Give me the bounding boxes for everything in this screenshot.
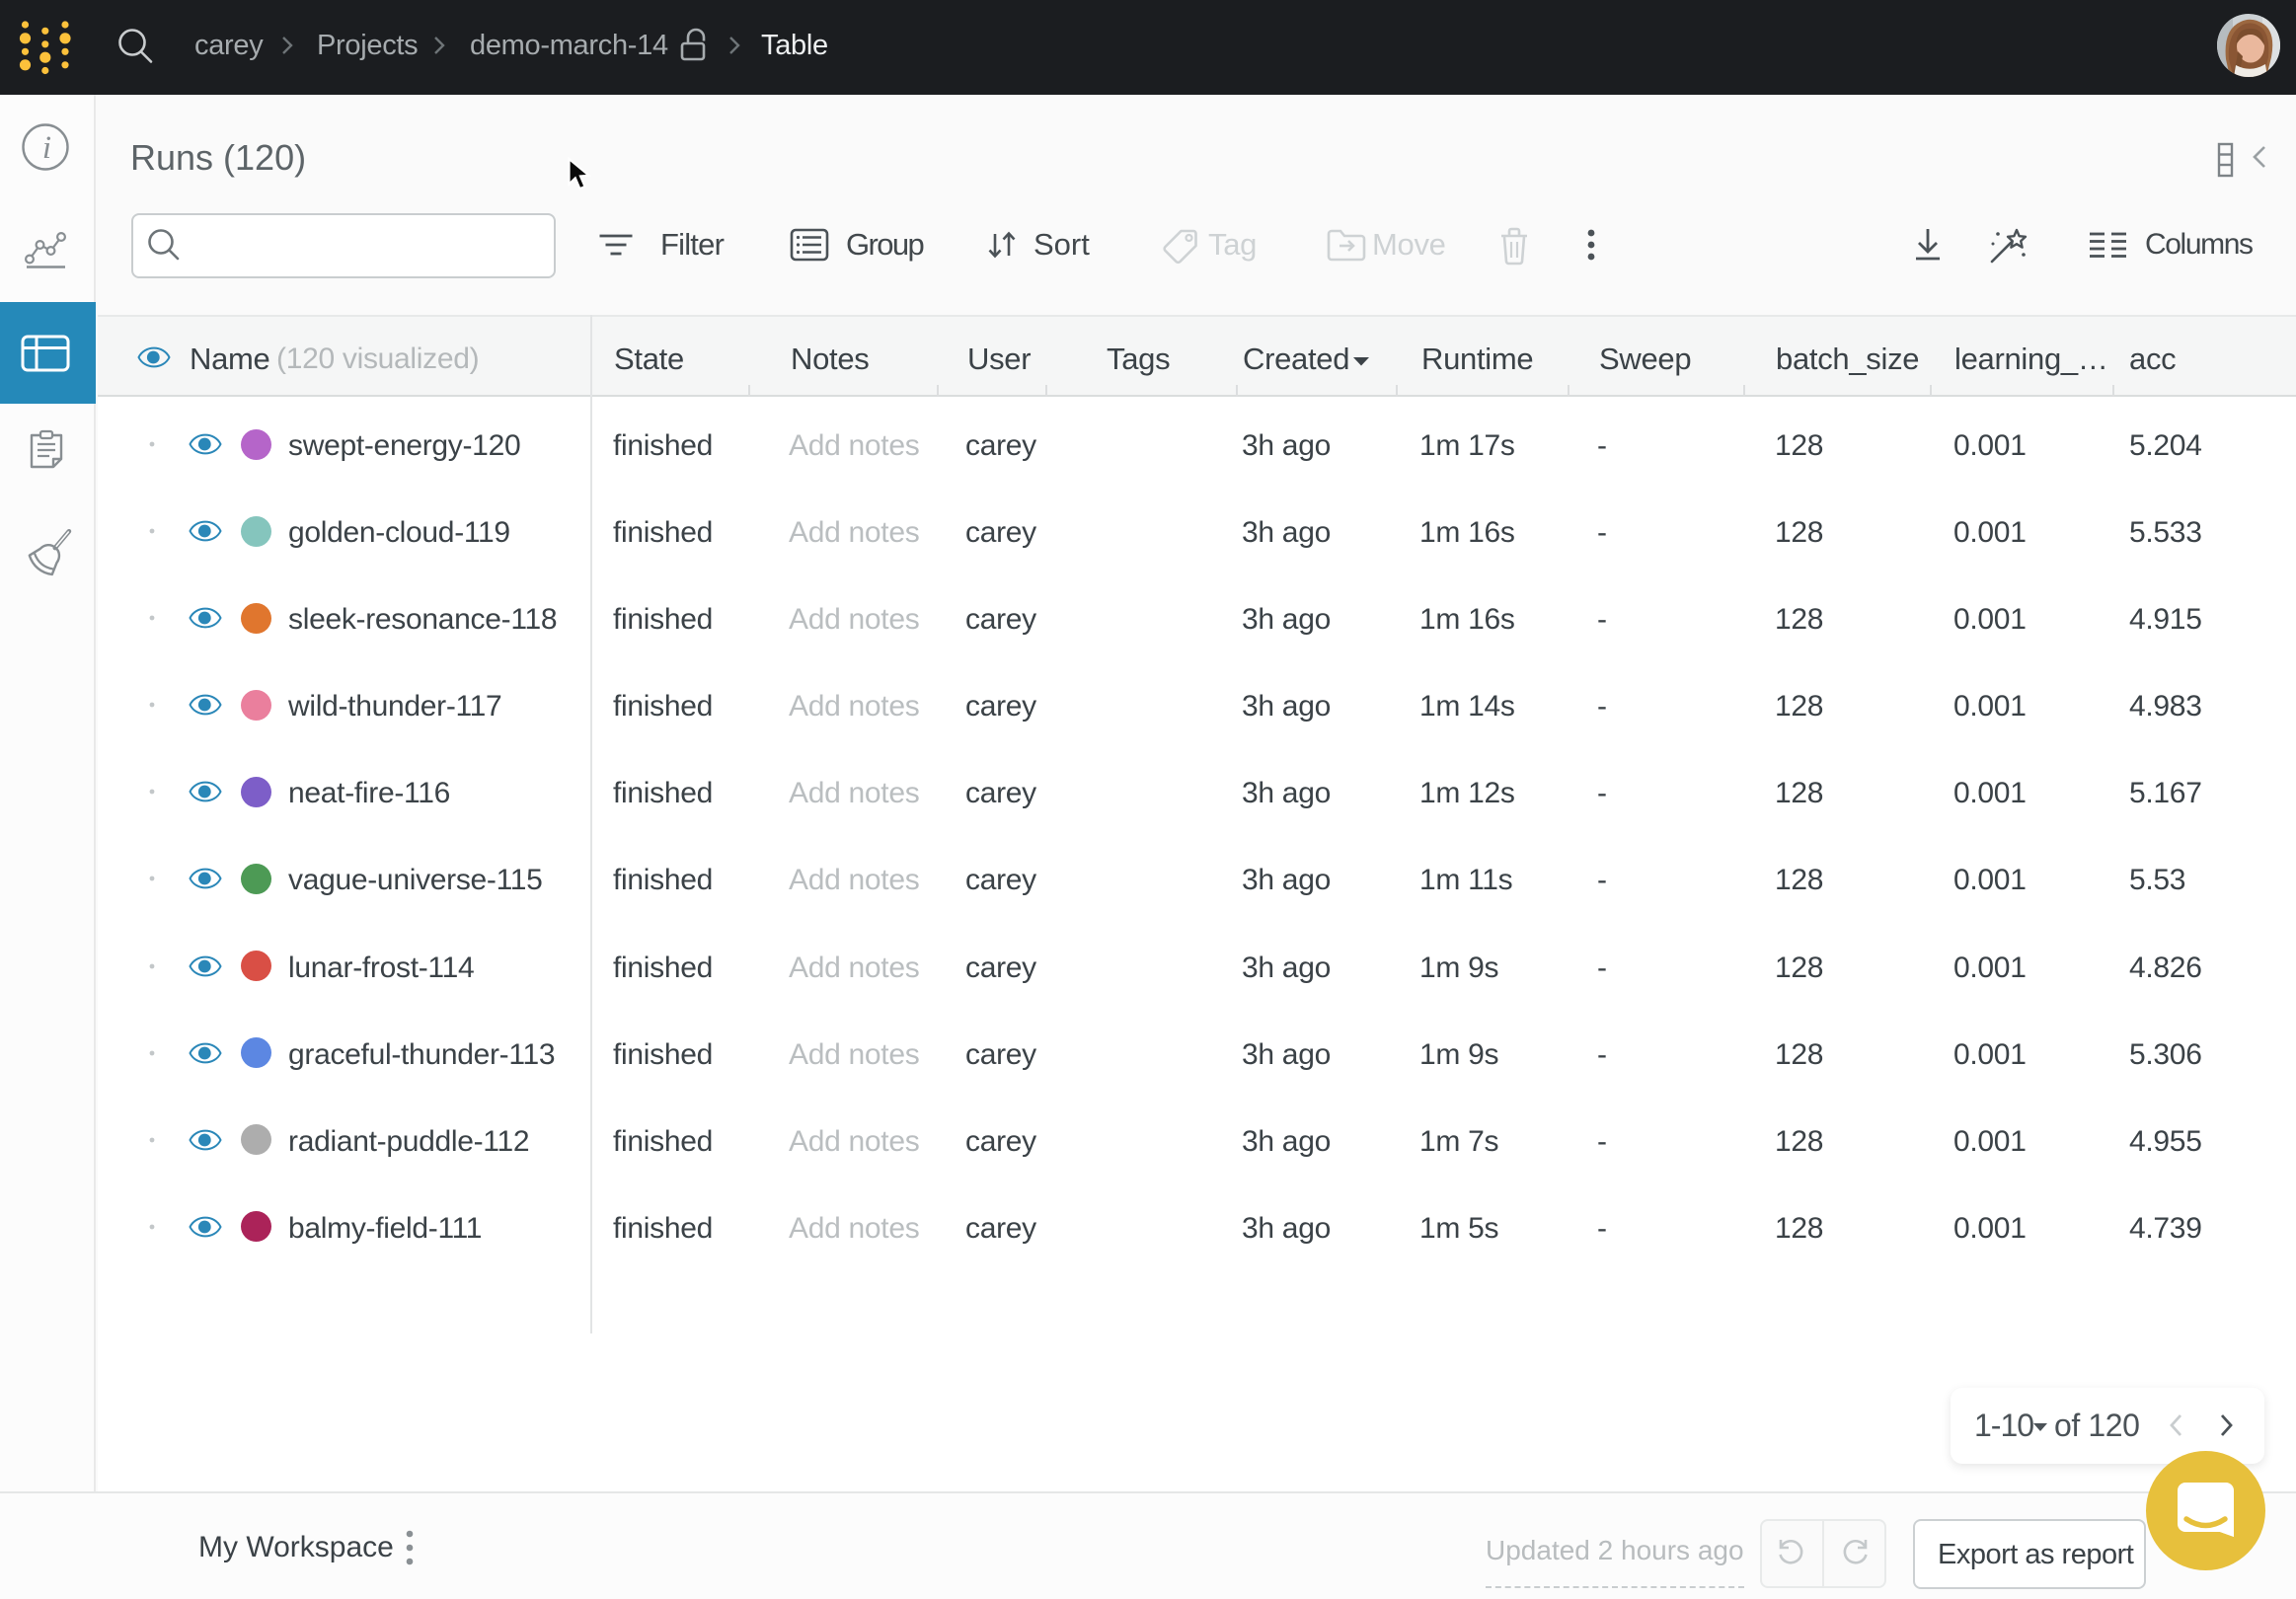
- svg-text:i: i: [42, 130, 51, 166]
